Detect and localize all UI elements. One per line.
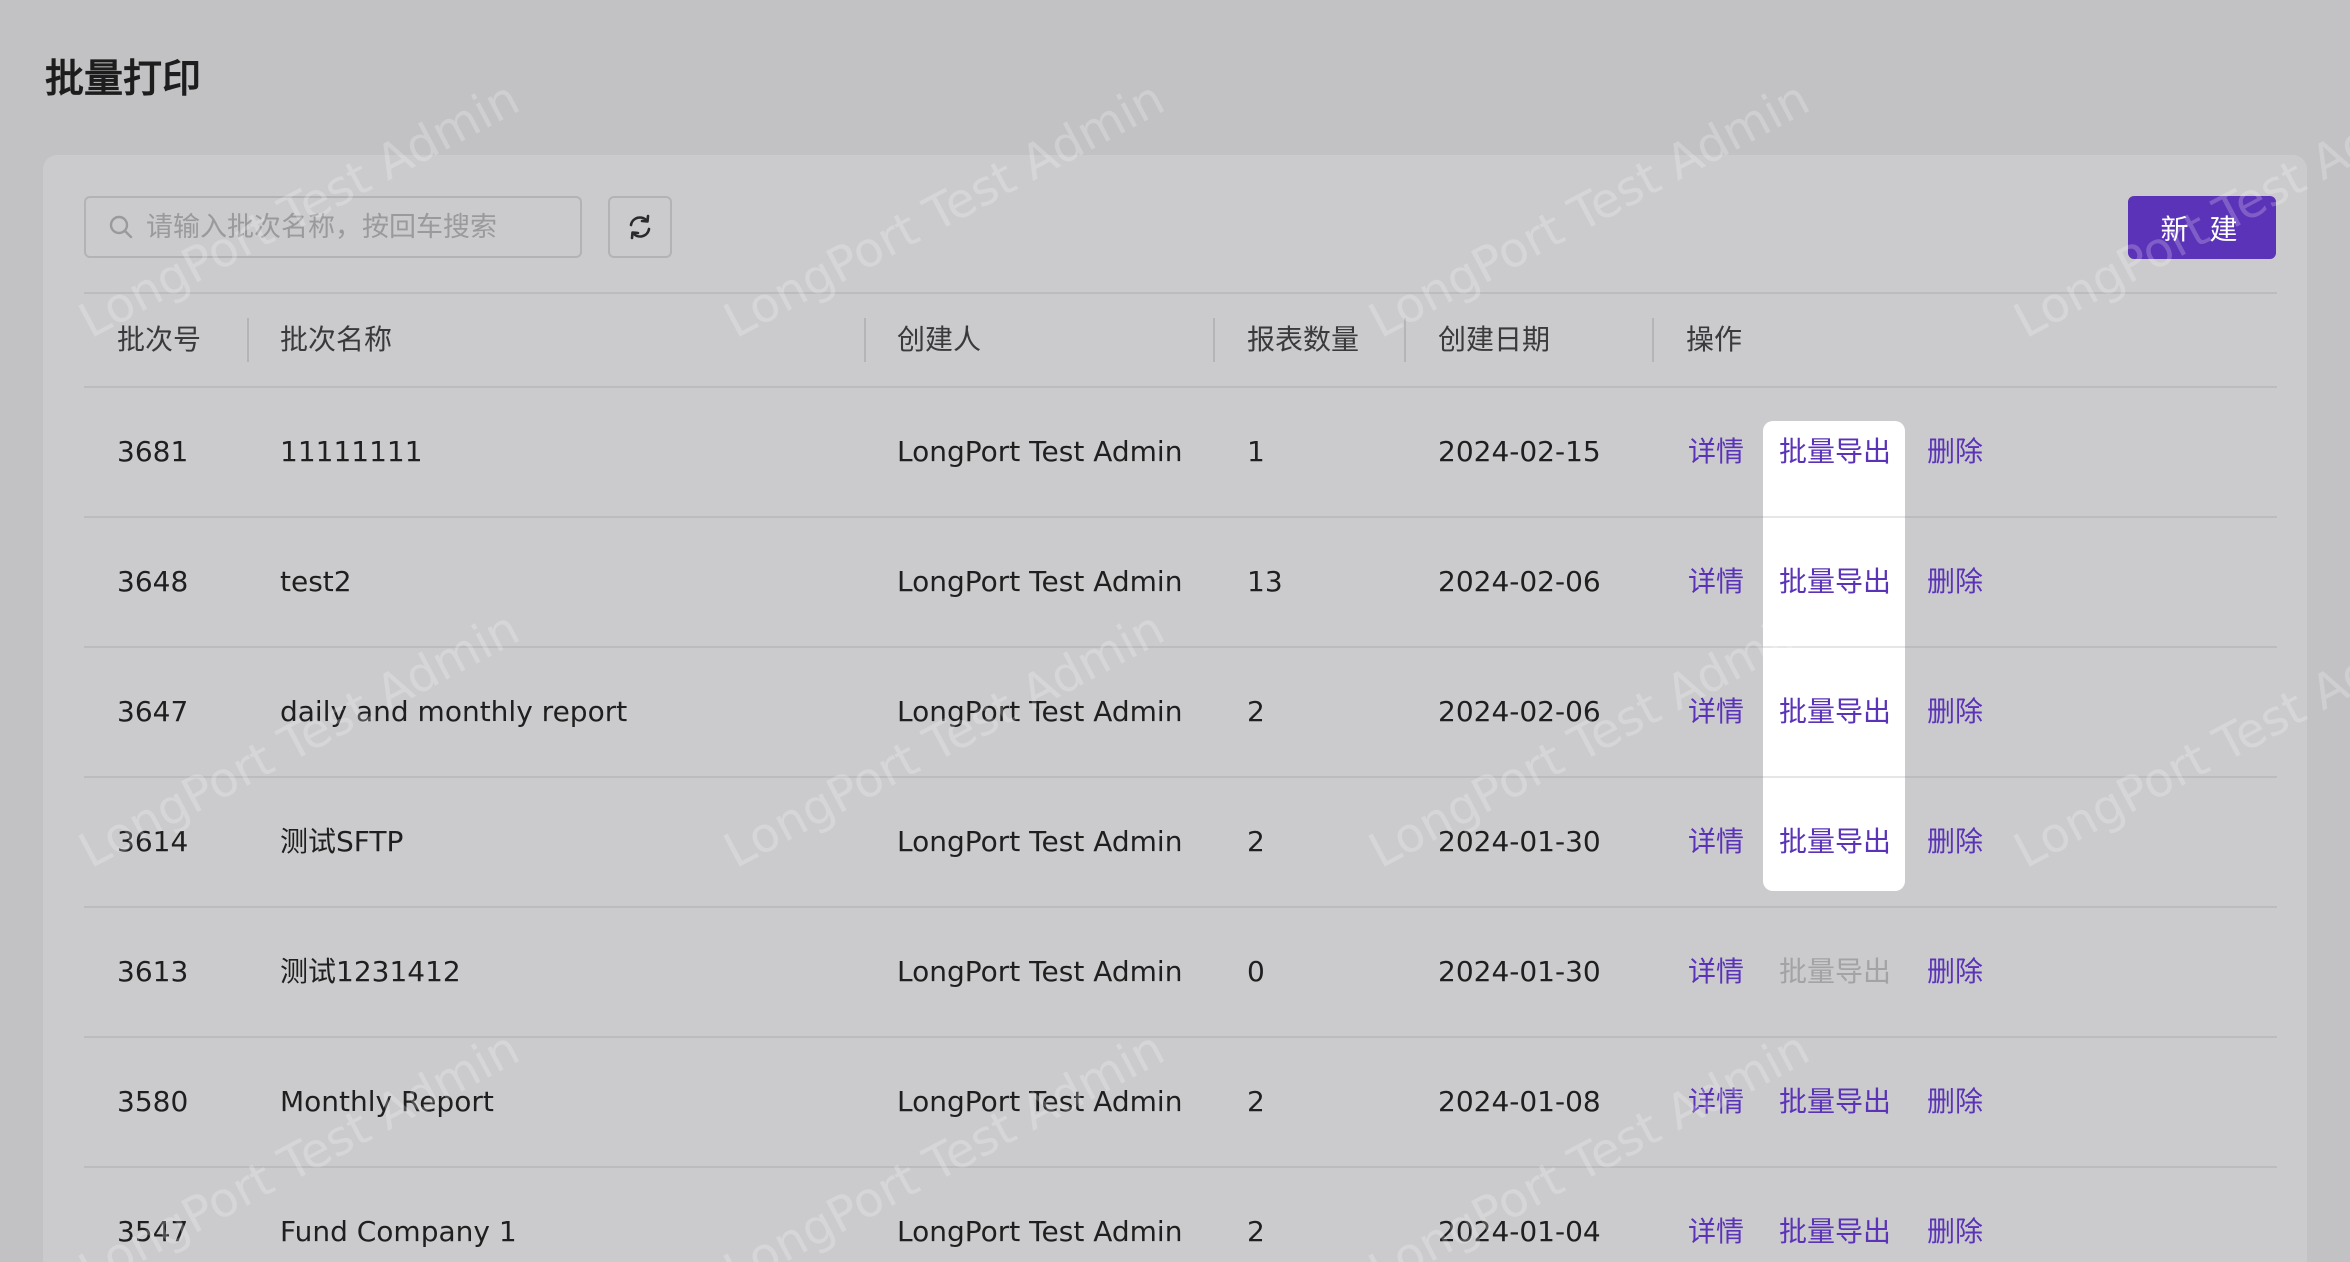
cell-created-date: 2024-02-06 [1438,565,1601,598]
cell-creator: LongPort Test Admin [897,955,1183,988]
cell-batch-id: 3614 [117,825,189,858]
page: 批量打印 新 建 批次号 批次名称 创建人 报表数量 创建日期 [0,0,2350,1262]
new-button[interactable]: 新 建 [2128,196,2276,259]
cell-creator: LongPort Test Admin [897,565,1183,598]
column-header-actions: 操作 [1686,323,1743,356]
detail-link[interactable]: 详情 [1688,778,1744,906]
search-input[interactable] [146,211,566,243]
delete-link[interactable]: 删除 [1927,908,1983,1036]
highlight-row-divider [1763,776,1905,778]
cell-report-count: 2 [1247,1215,1265,1248]
table-header: 批次号 批次名称 创建人 报表数量 创建日期 操作 [84,294,2277,388]
column-separator [864,318,866,362]
delete-link[interactable]: 删除 [1927,648,1983,776]
cell-batch-name: 测试1231412 [280,955,461,988]
table-row: 3647 daily and monthly report LongPort Tes… [84,648,2277,778]
cell-creator: LongPort Test Admin [897,825,1183,858]
batch-export-link: 批量导出 [1779,955,1892,988]
cell-report-count: 2 [1247,695,1265,728]
table-row: 3580 Monthly Report LongPort Test Admin 2 20… [84,1038,2277,1168]
column-separator [1213,318,1215,362]
cell-created-date: 2024-01-04 [1438,1215,1601,1248]
page-title: 批量打印 [45,57,202,102]
refresh-button[interactable] [608,196,672,258]
cell-batch-name: daily and monthly report [280,695,628,728]
delete-link[interactable]: 删除 [1927,1038,1983,1166]
cell-creator: LongPort Test Admin [897,695,1183,728]
cell-batch-name: test2 [280,565,352,598]
cell-report-count: 0 [1247,955,1265,988]
column-header-batch-name: 批次名称 [280,323,393,356]
batch-export-link[interactable]: 批量导出 [1779,518,1891,646]
table-body: 3681 11111111 LongPort Test Admin 1 2024-02-… [84,388,2277,1262]
highlight-row-divider [1763,516,1905,518]
refresh-icon [629,214,651,240]
delete-link[interactable]: 删除 [1927,518,1983,646]
detail-link[interactable]: 详情 [1688,648,1744,776]
cell-created-date: 2024-01-08 [1438,1085,1601,1118]
cell-report-count: 1 [1247,435,1265,468]
detail-link[interactable]: 详情 [1688,518,1744,646]
batch-export-link[interactable]: 批量导出 [1779,388,1891,516]
cell-batch-id: 3580 [117,1085,189,1118]
cell-created-date: 2024-01-30 [1438,955,1601,988]
cell-batch-name: Monthly Report [280,1085,494,1118]
column-separator [1404,318,1406,362]
column-separator [247,318,249,362]
column-header-creator: 创建人 [897,323,982,356]
cell-created-date: 2024-01-30 [1438,825,1601,858]
cell-batch-id: 3681 [117,435,189,468]
table-row: 3613 测试1231412 LongPort Test Admin 0 2024-01… [84,908,2277,1038]
batch-export-link[interactable]: 批量导出 [1779,648,1891,776]
column-separator [1652,318,1654,362]
cell-created-date: 2024-02-06 [1438,695,1601,728]
cell-batch-id: 3613 [117,955,189,988]
batch-export-link[interactable]: 批量导出 [1779,778,1891,906]
cell-creator: LongPort Test Admin [897,435,1183,468]
highlight-row-divider [1763,646,1905,648]
search-icon [109,215,133,239]
batch-export-link[interactable]: 批量导出 [1779,1168,1891,1262]
cell-report-count: 13 [1247,565,1283,598]
cell-batch-name: 测试SFTP [280,825,404,858]
cell-report-count: 2 [1247,1085,1265,1118]
cell-batch-name: Fund Company 1 [280,1215,517,1248]
detail-link[interactable]: 详情 [1688,1168,1744,1262]
cell-batch-id: 3647 [117,695,189,728]
table-row: 3648 test2 LongPort Test Admin 13 2024-02-06… [84,518,2277,648]
search-box[interactable] [84,196,582,258]
batch-export-link[interactable]: 批量导出 [1779,1038,1891,1166]
delete-link[interactable]: 删除 [1927,1168,1983,1262]
cell-batch-id: 3547 [117,1215,189,1248]
column-header-batch-id: 批次号 [117,323,202,356]
table-row: 3547 Fund Company 1 LongPort Test Admin 2 20… [84,1168,2277,1262]
cell-creator: LongPort Test Admin [897,1085,1183,1118]
batch-table: 批次号 批次名称 创建人 报表数量 创建日期 操作 3681 11111111 Lo… [84,294,2277,1262]
cell-batch-id: 3648 [117,565,189,598]
cell-report-count: 2 [1247,825,1265,858]
cell-batch-name: 11111111 [280,435,423,468]
detail-link[interactable]: 详情 [1688,1038,1744,1166]
column-header-report-count: 报表数量 [1247,323,1360,356]
detail-link[interactable]: 详情 [1688,388,1744,516]
table-row: 3681 11111111 LongPort Test Admin 1 2024-02-… [84,388,2277,518]
detail-link[interactable]: 详情 [1688,908,1744,1036]
delete-link[interactable]: 删除 [1927,388,1983,516]
cell-creator: LongPort Test Admin [897,1215,1183,1248]
column-header-created-date: 创建日期 [1438,323,1551,356]
table-row: 3614 测试SFTP LongPort Test Admin 2 2024-01-30… [84,778,2277,908]
delete-link[interactable]: 删除 [1927,778,1983,906]
cell-created-date: 2024-02-15 [1438,435,1601,468]
